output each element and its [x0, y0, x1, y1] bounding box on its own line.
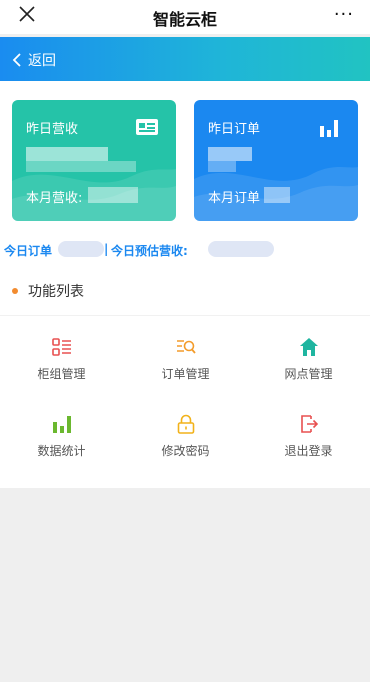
bar-chart-icon	[320, 120, 338, 137]
logout-icon	[300, 415, 318, 433]
today-summary: 今日订单 | 今日预估营收:	[0, 240, 370, 260]
menu-outlet-management[interactable]: 网点管理	[247, 337, 370, 397]
section-title: 功能列表	[28, 284, 84, 300]
today-revenue-redacted	[208, 241, 274, 257]
menu-order-management[interactable]: 订单管理	[124, 337, 247, 397]
back-label: 返回	[28, 53, 56, 69]
card-label: 昨日营收	[26, 122, 79, 137]
menu-change-password[interactable]: 修改密码	[124, 414, 247, 474]
month-orders-redacted	[264, 187, 290, 203]
bullet-dot	[12, 288, 18, 294]
revenue-value-redacted-2	[26, 161, 136, 172]
nav-bar: 返回	[0, 37, 370, 81]
orders-value-redacted-2	[208, 161, 236, 172]
today-orders-redacted	[58, 241, 104, 257]
menu-logout[interactable]: 退出登录	[247, 414, 370, 474]
month-revenue-redacted	[88, 187, 138, 203]
divider	[0, 315, 370, 316]
card-label: 昨日订单	[208, 122, 261, 137]
menu-label: 数据统计	[37, 444, 86, 458]
yesterday-revenue-card[interactable]: 昨日营收 本月营收:	[12, 100, 176, 221]
bar-chart-icon	[52, 416, 71, 433]
back-button[interactable]: 返回	[12, 50, 56, 70]
menu-data-statistics[interactable]: 数据统计	[0, 414, 123, 474]
card-month-label: 本月订单	[208, 191, 261, 206]
menu-label: 修改密码	[161, 444, 210, 458]
card-month-label: 本月营收:	[26, 191, 83, 206]
menu-label: 退出登录	[284, 444, 333, 458]
lock-icon	[177, 414, 194, 434]
more-menu-button[interactable]: ···	[334, 4, 354, 25]
home-icon	[299, 338, 318, 356]
today-revenue-label: 今日预估营收:	[111, 244, 188, 258]
orders-value-redacted	[208, 147, 252, 161]
summary-separator: |	[104, 242, 109, 256]
list-icon	[51, 338, 71, 356]
today-orders-label: 今日订单	[4, 244, 53, 258]
main-content: 昨日营收 本月营收: 昨日订单 本月订单 今日订单 | 今日预估营收: 功能列表…	[0, 81, 370, 488]
chevron-left-icon	[12, 53, 21, 67]
yesterday-orders-card[interactable]: 昨日订单 本月订单	[194, 100, 358, 221]
function-list-heading: 功能列表	[12, 280, 84, 302]
menu-label: 订单管理	[161, 367, 210, 381]
page-title: 智能云柜	[152, 10, 217, 29]
menu-cabinet-group[interactable]: 柜组管理	[0, 337, 123, 397]
search-list-icon	[176, 340, 196, 354]
menu-label: 网点管理	[284, 367, 333, 381]
revenue-value-redacted	[26, 147, 108, 161]
id-card-icon	[136, 119, 158, 135]
menu-label: 柜组管理	[37, 367, 86, 381]
title-bar: 智能云柜 ···	[0, 0, 370, 34]
